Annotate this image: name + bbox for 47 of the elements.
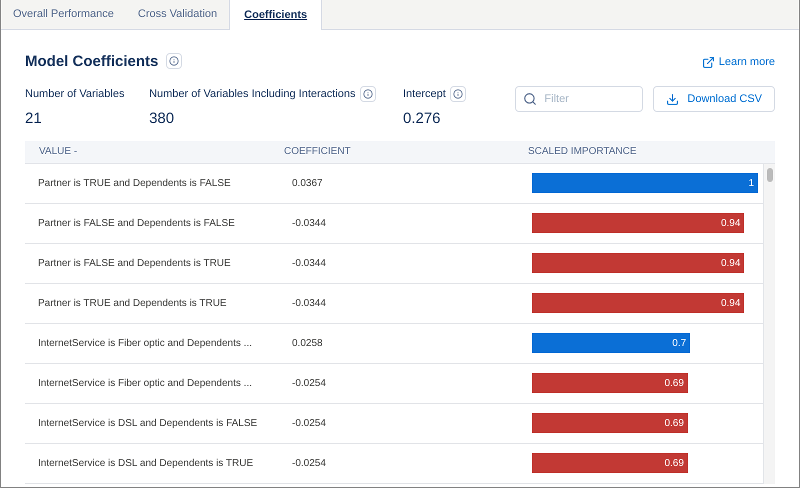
table-cell-text: Partner is FALSE and Dependents is TRUE xyxy=(37,256,232,270)
filter-field[interactable]: Filter xyxy=(515,86,644,112)
table-cell-text: InternetService is Fiber optic and Dependents ... xyxy=(37,376,254,390)
table-cell-text: 0.0367 xyxy=(292,176,324,190)
stat-value: 380 xyxy=(149,109,176,129)
table-cell-text: Partner is FALSE and Dependents is FALSE xyxy=(37,216,236,230)
importance-bar: 0.94 xyxy=(532,293,744,313)
importance-bar: 0.69 xyxy=(532,413,688,433)
section-title: Model Coefficients xyxy=(25,52,158,72)
table-cell-text: Partner is TRUE and Dependents is FALSE xyxy=(37,176,232,190)
stat-label: Number of Variables Including Interactions xyxy=(149,86,356,102)
table-cell-text: InternetService is Fiber optic and Dependents ... xyxy=(37,336,254,350)
tab[interactable]: Overall Performance xyxy=(1,0,126,29)
column-header[interactable]: VALUE - xyxy=(25,144,284,159)
importance-bar: 0.69 xyxy=(532,453,688,473)
stat-value: 0.276 xyxy=(402,109,442,129)
importance-bar: 0.69 xyxy=(532,373,688,393)
tab[interactable]: Cross Validation xyxy=(126,0,230,29)
table-cell-text: -0.0254 xyxy=(292,376,327,390)
table-cell-text: InternetService is DSL and Dependents is TRUE xyxy=(37,456,254,470)
info-icon[interactable] xyxy=(166,53,182,69)
download-icon xyxy=(666,92,680,106)
stat-label: Number of Variables xyxy=(25,86,124,102)
stat-value: 21 xyxy=(25,109,43,129)
table-cell-text: -0.0254 xyxy=(292,416,327,430)
importance-bar: 1 xyxy=(532,173,758,193)
table-cell-text: -0.0344 xyxy=(292,296,327,310)
info-icon[interactable] xyxy=(360,86,376,102)
learn-more-link[interactable]: Learn more xyxy=(702,54,775,70)
column-header[interactable]: SCALED IMPORTANCE xyxy=(528,144,668,159)
table-cell-text: -0.0344 xyxy=(292,256,327,270)
table-cell-text: Partner is TRUE and Dependents is TRUE xyxy=(37,296,228,310)
tab[interactable]: Coefficients xyxy=(229,0,322,30)
download-csv-button[interactable]: Download CSV xyxy=(653,86,775,112)
info-icon[interactable] xyxy=(450,86,466,102)
table-cell-text: 0.0258 xyxy=(292,336,324,350)
column-header[interactable]: COEFFICIENT xyxy=(284,144,528,159)
external-link-icon xyxy=(702,56,715,68)
table-cell-text: -0.0254 xyxy=(292,456,327,470)
search-icon xyxy=(523,92,538,106)
scrollbar[interactable] xyxy=(763,164,775,484)
importance-bar: 0.94 xyxy=(532,253,744,273)
importance-bar: 0.7 xyxy=(532,333,690,353)
importance-bar: 0.94 xyxy=(532,213,744,233)
table-cell-text: InternetService is DSL and Dependents is FALSE xyxy=(37,416,258,430)
table-cell-text: -0.0344 xyxy=(292,216,327,230)
stat-label: Intercept xyxy=(402,86,446,102)
